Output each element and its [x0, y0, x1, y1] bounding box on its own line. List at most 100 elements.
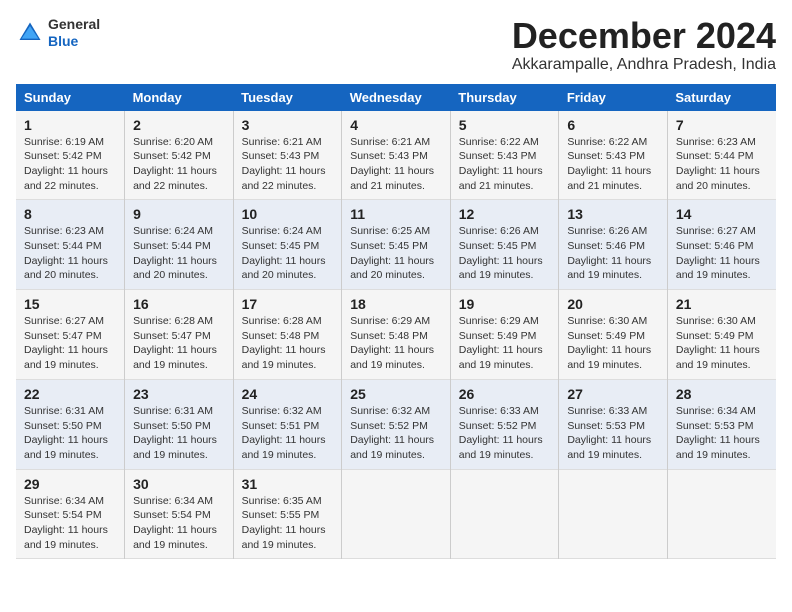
day-header-tuesday: Tuesday: [233, 84, 342, 111]
day-number: 24: [242, 386, 334, 402]
day-info: Sunrise: 6:30 AMSunset: 5:49 PMDaylight:…: [567, 314, 659, 373]
day-header-sunday: Sunday: [16, 84, 125, 111]
day-info: Sunrise: 6:34 AMSunset: 5:53 PMDaylight:…: [676, 404, 768, 463]
calendar-cell: 15 Sunrise: 6:27 AMSunset: 5:47 PMDaylig…: [16, 290, 125, 380]
day-number: 14: [676, 206, 768, 222]
day-number: 27: [567, 386, 659, 402]
day-number: 31: [242, 476, 334, 492]
day-info: Sunrise: 6:22 AMSunset: 5:43 PMDaylight:…: [459, 135, 551, 194]
calendar-cell: 29 Sunrise: 6:34 AMSunset: 5:54 PMDaylig…: [16, 469, 125, 559]
day-number: 20: [567, 296, 659, 312]
calendar-cell: 3 Sunrise: 6:21 AMSunset: 5:43 PMDayligh…: [233, 111, 342, 200]
location-title: Akkarampalle, Andhra Pradesh, India: [512, 56, 776, 74]
logo: General Blue: [16, 16, 100, 50]
calendar-cell: 28 Sunrise: 6:34 AMSunset: 5:53 PMDaylig…: [667, 379, 776, 469]
calendar-table: SundayMondayTuesdayWednesdayThursdayFrid…: [16, 84, 776, 560]
calendar-cell: 25 Sunrise: 6:32 AMSunset: 5:52 PMDaylig…: [342, 379, 451, 469]
day-info: Sunrise: 6:32 AMSunset: 5:52 PMDaylight:…: [350, 404, 442, 463]
calendar-cell: 21 Sunrise: 6:30 AMSunset: 5:49 PMDaylig…: [667, 290, 776, 380]
day-number: 29: [24, 476, 116, 492]
calendar-week-row: 15 Sunrise: 6:27 AMSunset: 5:47 PMDaylig…: [16, 290, 776, 380]
day-info: Sunrise: 6:19 AMSunset: 5:42 PMDaylight:…: [24, 135, 116, 194]
day-info: Sunrise: 6:32 AMSunset: 5:51 PMDaylight:…: [242, 404, 334, 463]
day-info: Sunrise: 6:25 AMSunset: 5:45 PMDaylight:…: [350, 224, 442, 283]
calendar-cell: 13 Sunrise: 6:26 AMSunset: 5:46 PMDaylig…: [559, 200, 668, 290]
calendar-week-row: 29 Sunrise: 6:34 AMSunset: 5:54 PMDaylig…: [16, 469, 776, 559]
day-info: Sunrise: 6:26 AMSunset: 5:46 PMDaylight:…: [567, 224, 659, 283]
day-info: Sunrise: 6:33 AMSunset: 5:53 PMDaylight:…: [567, 404, 659, 463]
day-number: 28: [676, 386, 768, 402]
calendar-cell: 12 Sunrise: 6:26 AMSunset: 5:45 PMDaylig…: [450, 200, 559, 290]
calendar-cell: 27 Sunrise: 6:33 AMSunset: 5:53 PMDaylig…: [559, 379, 668, 469]
day-number: 8: [24, 206, 116, 222]
day-number: 10: [242, 206, 334, 222]
day-info: Sunrise: 6:26 AMSunset: 5:45 PMDaylight:…: [459, 224, 551, 283]
day-header-monday: Monday: [125, 84, 234, 111]
logo-icon: [16, 19, 44, 47]
day-number: 23: [133, 386, 225, 402]
day-number: 11: [350, 206, 442, 222]
calendar-cell: 20 Sunrise: 6:30 AMSunset: 5:49 PMDaylig…: [559, 290, 668, 380]
calendar-cell: [667, 469, 776, 559]
day-info: Sunrise: 6:23 AMSunset: 5:44 PMDaylight:…: [24, 224, 116, 283]
day-number: 3: [242, 117, 334, 133]
calendar-cell: 5 Sunrise: 6:22 AMSunset: 5:43 PMDayligh…: [450, 111, 559, 200]
day-header-saturday: Saturday: [667, 84, 776, 111]
calendar-cell: 11 Sunrise: 6:25 AMSunset: 5:45 PMDaylig…: [342, 200, 451, 290]
day-info: Sunrise: 6:31 AMSunset: 5:50 PMDaylight:…: [133, 404, 225, 463]
calendar-cell: 9 Sunrise: 6:24 AMSunset: 5:44 PMDayligh…: [125, 200, 234, 290]
calendar-cell: 10 Sunrise: 6:24 AMSunset: 5:45 PMDaylig…: [233, 200, 342, 290]
day-number: 9: [133, 206, 225, 222]
calendar-cell: 16 Sunrise: 6:28 AMSunset: 5:47 PMDaylig…: [125, 290, 234, 380]
calendar-week-row: 8 Sunrise: 6:23 AMSunset: 5:44 PMDayligh…: [16, 200, 776, 290]
month-title: December 2024: [512, 16, 776, 56]
day-info: Sunrise: 6:23 AMSunset: 5:44 PMDaylight:…: [676, 135, 768, 194]
day-number: 26: [459, 386, 551, 402]
day-number: 5: [459, 117, 551, 133]
day-info: Sunrise: 6:28 AMSunset: 5:48 PMDaylight:…: [242, 314, 334, 373]
day-info: Sunrise: 6:20 AMSunset: 5:42 PMDaylight:…: [133, 135, 225, 194]
calendar-cell: 19 Sunrise: 6:29 AMSunset: 5:49 PMDaylig…: [450, 290, 559, 380]
logo-text: General Blue: [48, 16, 100, 50]
day-number: 22: [24, 386, 116, 402]
calendar-cell: 2 Sunrise: 6:20 AMSunset: 5:42 PMDayligh…: [125, 111, 234, 200]
day-number: 7: [676, 117, 768, 133]
day-info: Sunrise: 6:27 AMSunset: 5:46 PMDaylight:…: [676, 224, 768, 283]
day-number: 1: [24, 117, 116, 133]
day-number: 19: [459, 296, 551, 312]
day-number: 18: [350, 296, 442, 312]
title-section: December 2024 Akkarampalle, Andhra Prade…: [512, 16, 776, 74]
calendar-header-row: SundayMondayTuesdayWednesdayThursdayFrid…: [16, 84, 776, 111]
calendar-cell: 17 Sunrise: 6:28 AMSunset: 5:48 PMDaylig…: [233, 290, 342, 380]
calendar-cell: 31 Sunrise: 6:35 AMSunset: 5:55 PMDaylig…: [233, 469, 342, 559]
calendar-cell: 1 Sunrise: 6:19 AMSunset: 5:42 PMDayligh…: [16, 111, 125, 200]
day-info: Sunrise: 6:24 AMSunset: 5:44 PMDaylight:…: [133, 224, 225, 283]
calendar-cell: [559, 469, 668, 559]
calendar-cell: 18 Sunrise: 6:29 AMSunset: 5:48 PMDaylig…: [342, 290, 451, 380]
day-number: 12: [459, 206, 551, 222]
day-number: 25: [350, 386, 442, 402]
calendar-cell: 23 Sunrise: 6:31 AMSunset: 5:50 PMDaylig…: [125, 379, 234, 469]
day-info: Sunrise: 6:33 AMSunset: 5:52 PMDaylight:…: [459, 404, 551, 463]
calendar-cell: [342, 469, 451, 559]
calendar-cell: 30 Sunrise: 6:34 AMSunset: 5:54 PMDaylig…: [125, 469, 234, 559]
calendar-cell: 26 Sunrise: 6:33 AMSunset: 5:52 PMDaylig…: [450, 379, 559, 469]
day-info: Sunrise: 6:35 AMSunset: 5:55 PMDaylight:…: [242, 494, 334, 553]
day-info: Sunrise: 6:22 AMSunset: 5:43 PMDaylight:…: [567, 135, 659, 194]
day-number: 15: [24, 296, 116, 312]
calendar-cell: 6 Sunrise: 6:22 AMSunset: 5:43 PMDayligh…: [559, 111, 668, 200]
day-info: Sunrise: 6:29 AMSunset: 5:48 PMDaylight:…: [350, 314, 442, 373]
calendar-cell: 7 Sunrise: 6:23 AMSunset: 5:44 PMDayligh…: [667, 111, 776, 200]
day-info: Sunrise: 6:24 AMSunset: 5:45 PMDaylight:…: [242, 224, 334, 283]
day-number: 4: [350, 117, 442, 133]
day-number: 17: [242, 296, 334, 312]
day-info: Sunrise: 6:28 AMSunset: 5:47 PMDaylight:…: [133, 314, 225, 373]
day-number: 16: [133, 296, 225, 312]
calendar-week-row: 1 Sunrise: 6:19 AMSunset: 5:42 PMDayligh…: [16, 111, 776, 200]
day-number: 30: [133, 476, 225, 492]
day-number: 21: [676, 296, 768, 312]
day-number: 6: [567, 117, 659, 133]
calendar-cell: 14 Sunrise: 6:27 AMSunset: 5:46 PMDaylig…: [667, 200, 776, 290]
day-info: Sunrise: 6:27 AMSunset: 5:47 PMDaylight:…: [24, 314, 116, 373]
day-number: 13: [567, 206, 659, 222]
